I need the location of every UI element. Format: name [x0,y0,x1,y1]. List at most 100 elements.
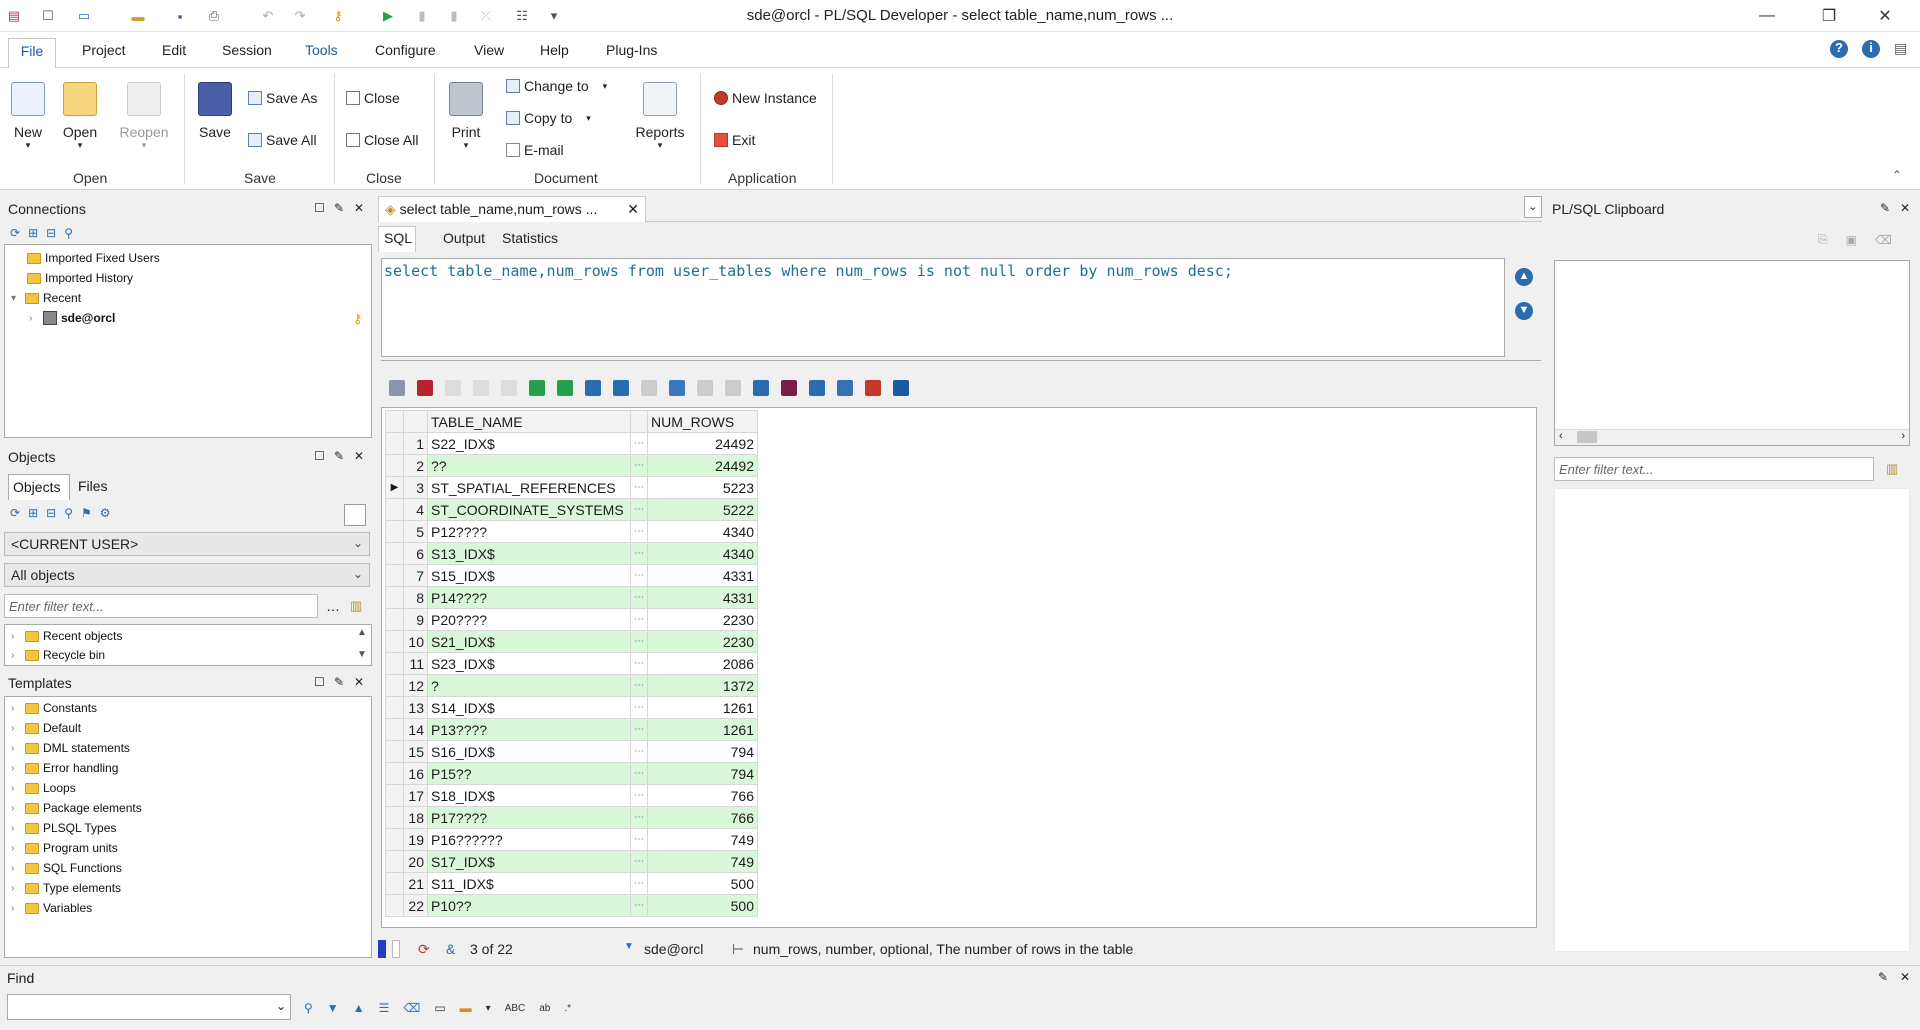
table-row[interactable]: 20 S17_IDX$ ⋯ 749 [385,850,758,873]
cell-num-rows[interactable]: 5223 [647,476,758,499]
status-connection[interactable]: sde@orcl [644,941,703,957]
pin-icon[interactable]: ✎ [334,675,344,689]
open-icon[interactable]: ▬ [128,6,148,26]
save-as-button[interactable]: Save As [248,90,317,106]
close-icon[interactable]: ✕ [1900,970,1910,984]
eraser-icon[interactable]: ⌫ [403,1001,420,1015]
collapse-ribbon-icon[interactable]: ⌃ [1892,168,1902,182]
cell-editor-button[interactable]: ⋯ [630,828,648,851]
scroll-left-icon[interactable]: ‹ [1559,430,1563,442]
export-icon[interactable] [753,380,769,396]
menu-plugins[interactable]: Plug-Ins [606,42,657,58]
case-sensitive-icon[interactable]: ABC [505,1003,526,1014]
paste-icon[interactable]: ▣ [1846,233,1857,247]
expand-all-icon[interactable]: ⊞ [28,226,38,240]
cell-editor-button[interactable]: ⋯ [630,608,648,631]
maximize-icon[interactable]: ☐ [314,675,325,689]
chevron-right-icon[interactable]: › [11,783,21,794]
close-tab-icon[interactable]: ✕ [627,201,639,218]
email-button[interactable]: E-mail [506,142,564,158]
cell-editor-button[interactable]: ⋯ [630,652,648,675]
options-dropdown-icon[interactable]: ▾ [486,1003,491,1014]
pin-icon[interactable]: ✎ [1880,201,1890,215]
arrow-up-icon[interactable]: ▲ [1515,268,1533,286]
cell-table-name[interactable]: ?? [427,454,631,477]
single-record-icon[interactable] [669,380,685,396]
table-row[interactable]: 7 S15_IDX$ ⋯ 4331 [385,564,758,587]
redo-icon[interactable]: ↷ [290,6,310,26]
collapse-all-icon[interactable]: ⊟ [46,226,56,240]
cell-table-name[interactable]: S22_IDX$ [427,432,631,455]
cell-table-name[interactable]: S11_IDX$ [427,872,631,895]
whole-word-icon[interactable]: ab [539,1003,550,1014]
cell-table-name[interactable]: ? [427,674,631,697]
cell-num-rows[interactable]: 4340 [647,542,758,565]
cell-table-name[interactable]: S21_IDX$ [427,630,631,653]
list-icon[interactable]: ☰ [379,1001,390,1015]
expand-all-icon[interactable]: ⊞ [28,506,38,520]
cell-editor-button[interactable]: ⋯ [630,740,648,763]
table-row[interactable]: 19 P16?????? ⋯ 749 [385,828,758,851]
save-all-button[interactable]: Save All [248,132,317,148]
column-header[interactable]: NUM_ROWS [647,410,758,433]
new-filter-icon[interactable]: ▥ [1886,461,1898,477]
new-filter-icon[interactable]: ▥ [350,598,362,614]
cell-editor-button[interactable]: ⋯ [630,806,648,829]
blank-window-icon[interactable]: ☐ [38,6,58,26]
cell-editor-button[interactable]: ⋯ [630,894,648,917]
tab-files[interactable]: Files [78,478,108,494]
chevron-right-icon[interactable]: › [11,903,21,914]
save-icon[interactable]: ▪ [170,6,190,26]
new-instance-button[interactable]: New Instance [714,90,817,106]
window-icon[interactable]: ▭ [434,1001,445,1015]
find-previous-icon[interactable]: ▲ [353,1001,365,1015]
cell-table-name[interactable]: S15_IDX$ [427,564,631,587]
reopen-button[interactable]: Reopen ▾ [116,82,172,151]
table-row[interactable]: 6 S13_IDX$ ⋯ 4340 [385,542,758,565]
filter-icon[interactable]: ⚑ [81,506,92,520]
chevron-down-icon[interactable]: ⌄ [276,999,286,1013]
chevron-down-icon[interactable]: ▾ [11,293,21,304]
table-row[interactable]: 22 P10?? ⋯ 500 [385,894,758,917]
folder-icon[interactable]: ▬ [460,1001,472,1015]
copy-icon[interactable]: ⎘ [1818,232,1828,247]
cell-editor-button[interactable]: ⋯ [630,850,648,873]
chevron-right-icon[interactable]: › [11,650,21,661]
table-row[interactable]: 11 S23_IDX$ ⋯ 2086 [385,652,758,675]
new-button[interactable]: New ▾ [10,82,46,151]
cell-num-rows[interactable]: 1261 [647,696,758,719]
menu-edit[interactable]: Edit [162,42,186,58]
arrow-down-icon[interactable]: ▼ [1515,302,1533,320]
close-icon[interactable]: ✕ [1900,201,1910,215]
tree-item[interactable]: › PLSQL Types [11,821,116,835]
scroll-thumb[interactable] [1577,431,1597,443]
table-row[interactable]: 2?? ⋯ 24492 [385,454,758,477]
exit-button[interactable]: Exit [714,132,755,148]
tree-item[interactable]: › Error handling [11,761,118,775]
table-row[interactable]: 16 P15?? ⋯ 794 [385,762,758,785]
save-results-icon[interactable] [781,380,797,396]
chevron-right-icon[interactable]: › [11,703,21,714]
refresh-icon[interactable]: ⟳ [10,226,20,240]
menu-help[interactable]: Help [540,42,569,58]
clipboard-filter-input[interactable]: Enter filter text... [1554,457,1874,481]
rollback-icon[interactable]: ⤫ [476,6,496,26]
tree-item[interactable]: › Program units [11,841,118,855]
folder-settings-icon[interactable]: ⚙ [100,506,111,520]
cell-num-rows[interactable]: 794 [647,740,758,763]
copy-to-button[interactable]: Copy to ▾ [506,110,591,126]
cell-num-rows[interactable]: 1261 [647,718,758,741]
pin-icon[interactable]: ✎ [1878,970,1888,984]
reports-button[interactable]: Reports ▾ [632,82,688,151]
chevron-right-icon[interactable]: › [11,823,21,834]
cell-editor-button[interactable]: ⋯ [630,674,648,697]
menu-file[interactable]: File [8,38,56,69]
insert-record-icon[interactable] [445,380,461,396]
scroll-up-icon[interactable]: ▲ [357,627,367,638]
cell-num-rows[interactable]: 1372 [647,674,758,697]
maximize-icon[interactable]: ☐ [314,449,325,463]
commit-icon[interactable]: ▮ [444,6,464,26]
tree-item[interactable]: › Constants [11,701,97,715]
cell-table-name[interactable]: S18_IDX$ [427,784,631,807]
cell-editor-button[interactable]: ⋯ [630,718,648,741]
